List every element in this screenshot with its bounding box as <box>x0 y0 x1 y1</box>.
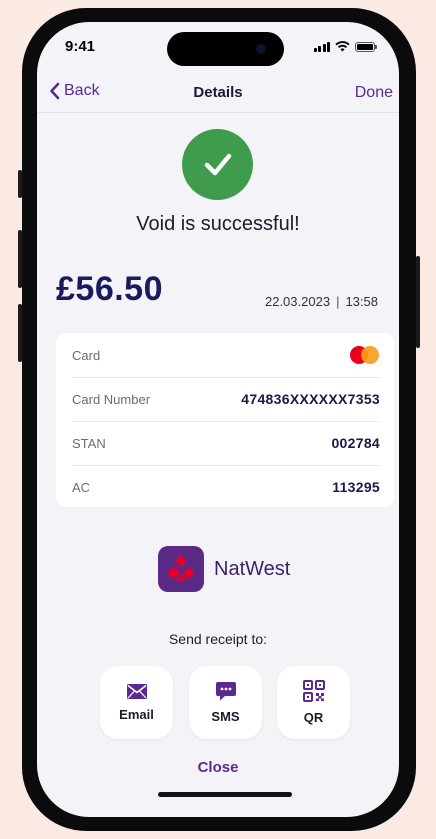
wifi-icon <box>335 41 350 52</box>
detail-value: 002784 <box>331 435 380 451</box>
camera-icon <box>256 44 266 54</box>
action-button <box>18 170 22 198</box>
transaction-date: 22.03.2023 <box>264 294 331 309</box>
transaction-datetime: 22.03.2023 | 13:58 <box>265 294 378 309</box>
close-button[interactable]: Close <box>37 759 399 776</box>
transaction-details-card: Card Card Number 474836XXXXXX7353 STAN 0… <box>56 333 394 507</box>
send-receipt-prompt: Send receipt to: <box>168 631 268 647</box>
battery-icon <box>355 41 377 52</box>
home-indicator[interactable] <box>158 792 292 797</box>
detail-row-card: Card <box>72 333 380 378</box>
natwest-logo-icon <box>158 546 204 592</box>
success-message: Void is successful! <box>136 213 300 235</box>
qr-label: QR <box>303 710 324 725</box>
detail-label: AC <box>72 479 91 495</box>
detail-value: 113295 <box>332 479 380 495</box>
email-label: Email <box>119 706 154 722</box>
detail-row-ac: AC 113295 <box>72 465 380 509</box>
cellular-signal-icon <box>313 41 330 52</box>
success-check-icon <box>182 129 253 200</box>
status-icons <box>313 41 377 52</box>
navigation-bar: Back Details Done <box>37 80 399 113</box>
qr-code-icon <box>302 680 325 702</box>
mastercard-icon <box>350 346 380 364</box>
detail-row-stan: STAN 002784 <box>72 421 380 466</box>
bank-name: NatWest <box>214 557 291 580</box>
detail-label: Card Number <box>72 391 151 407</box>
done-button[interactable]: Done <box>355 84 393 102</box>
status-time: 9:41 <box>65 38 96 55</box>
sms-label: SMS <box>211 708 240 724</box>
app-screen: 9:41 Back Details Done Void is successfu… <box>37 22 399 817</box>
detail-row-card-number: Card Number 474836XXXXXX7353 <box>72 377 380 422</box>
transaction-time: 13:58 <box>345 294 378 309</box>
chat-bubble-icon <box>215 681 236 700</box>
detail-value: 474836XXXXXX7353 <box>241 391 380 407</box>
detail-label: STAN <box>72 435 106 451</box>
send-email-button[interactable]: Email <box>100 666 173 739</box>
power-button <box>416 256 420 348</box>
transaction-amount: £56.50 <box>56 270 163 308</box>
volume-down-button <box>18 304 22 362</box>
bank-brand: NatWest <box>158 546 290 592</box>
volume-up-button <box>18 230 22 288</box>
datetime-separator: | <box>336 294 340 309</box>
send-qr-button[interactable]: QR <box>277 666 350 739</box>
status-bar: 9:41 <box>37 22 399 72</box>
envelope-icon <box>126 683 147 699</box>
page-title: Details <box>193 84 243 101</box>
dynamic-island <box>167 32 284 66</box>
send-sms-button[interactable]: SMS <box>189 666 262 739</box>
detail-label: Card <box>72 347 101 363</box>
